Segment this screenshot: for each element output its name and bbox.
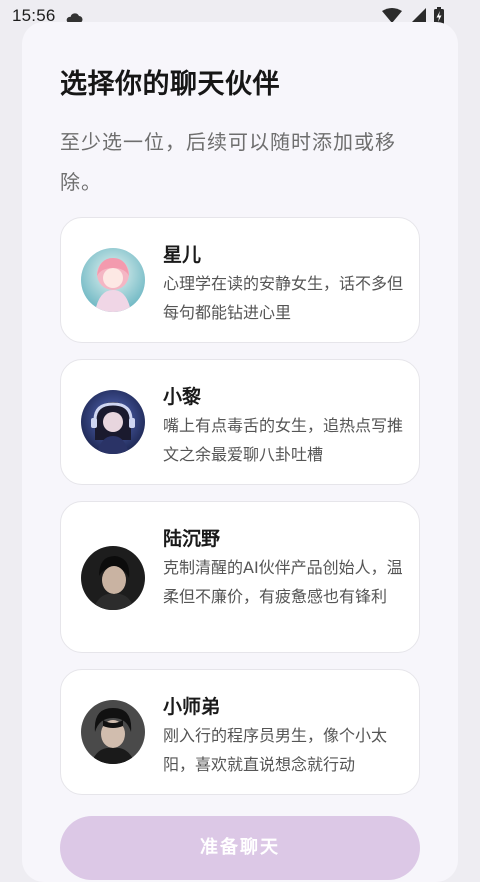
start-chat-button[interactable]: 准备聊天: [60, 816, 420, 880]
avatar: [81, 390, 145, 454]
companion-card-luchenye[interactable]: 陆沉野 克制清醒的AI伙伴产品创始人，温柔但不廉价，有疲惫感也有锋利: [60, 501, 420, 653]
page-title: 选择你的聊天伙伴: [60, 69, 280, 100]
companion-name: 星儿: [163, 244, 202, 266]
companion-card-xiaoshidi[interactable]: 小师弟 刚入行的程序员男生，像个小太阳，喜欢就直说想念就行动: [60, 669, 420, 795]
companion-card-xiaoli[interactable]: 小黎 嘴上有点毒舌的女生，追热点写推文之余最爱聊八卦吐槽: [60, 359, 420, 485]
companion-description: 克制清醒的AI伙伴产品创始人，温柔但不廉价，有疲惫感也有锋利: [163, 558, 403, 606]
companion-description: 刚入行的程序员男生，像个小太阳，喜欢就直说想念就行动: [163, 726, 388, 774]
companion-name: 陆沉野: [163, 528, 221, 550]
avatar: [81, 546, 145, 610]
companion-name: 小黎: [163, 386, 202, 408]
companion-name: 小师弟: [163, 696, 221, 718]
avatar: [81, 700, 145, 764]
companion-description: 心理学在读的安静女生，话不多但每句都能钻进心里: [163, 274, 404, 322]
companion-description: 嘴上有点毒舌的女生，追热点写推文之余最爱聊八卦吐槽: [163, 416, 404, 464]
avatar: [81, 248, 145, 312]
companion-card-xinger[interactable]: 星儿 心理学在读的安静女生，话不多但每句都能钻进心里: [60, 217, 420, 343]
page-subtitle: 至少选一位，后续可以随时添加或移除。: [60, 130, 396, 194]
